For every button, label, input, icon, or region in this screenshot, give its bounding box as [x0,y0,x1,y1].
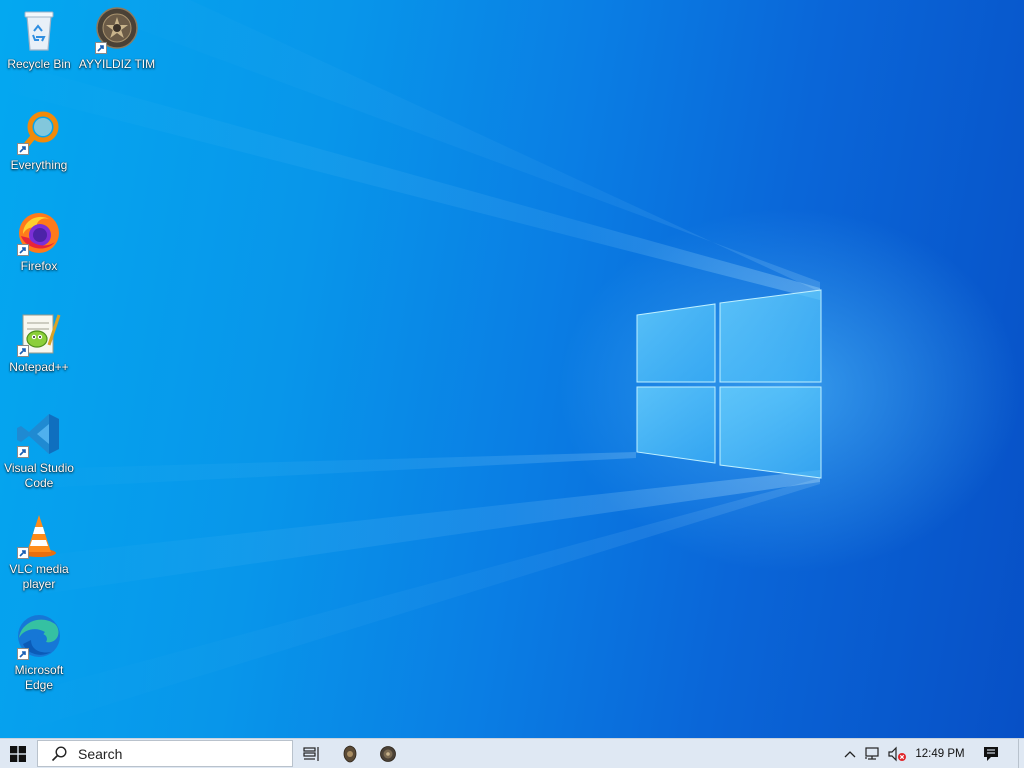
ayyildiz-emblem-icon [380,745,396,762]
desktop-icon-label: Visual Studio Code [4,461,74,490]
volume-button[interactable] [886,739,908,768]
taskbar: Search 12:49 PM [0,738,1024,768]
network-disconnected-icon [865,746,879,760]
desktop[interactable]: Recycle Bin AYYILDIZ TIM Everything Fire… [0,0,1024,738]
desktop-icon-vlc[interactable]: VLC media player [0,511,78,592]
taskbar-search-box[interactable]: Search [37,740,293,767]
taskbar-clock[interactable]: 12:49 PM [911,739,969,768]
search-placeholder: Search [78,745,123,762]
search-icon [51,745,67,761]
desktop-icon-label: Recycle Bin [7,57,71,71]
shortcut-arrow-icon [17,547,29,559]
shortcut-arrow-icon [17,648,29,660]
shortcut-arrow-icon [17,143,29,155]
desktop-icon-label: Notepad++ [9,360,69,374]
show-hidden-icons-button[interactable] [840,739,860,768]
desktop-icon-edge[interactable]: Microsoft Edge [0,612,78,693]
desktop-icon-recycle-bin[interactable]: Recycle Bin [0,6,78,72]
desktop-icon-label: Everything [10,158,68,172]
network-status-button[interactable] [862,739,884,768]
desktop-icon-vscode[interactable]: Visual Studio Code [0,410,78,491]
task-view-icon [303,746,319,761]
desktop-icon-label: AYYILDIZ TIM [78,57,156,71]
show-desktop-button[interactable] [1018,739,1024,768]
windows-logo-icon [10,745,26,762]
desktop-icon-label: Firefox [20,259,58,273]
desktop-icon-firefox[interactable]: Firefox [0,208,78,274]
chevron-up-icon [844,750,856,757]
speaker-muted-icon [888,746,906,761]
desktop-icon-label: Microsoft Edge [14,663,64,692]
desktop-icon-label: VLC media player [9,562,69,591]
recycle-bin-icon [24,11,54,51]
shortcut-arrow-icon [17,345,29,357]
ayyildiz-emblem-icon [343,745,357,762]
shortcut-arrow-icon [95,42,107,54]
start-button[interactable] [0,739,36,768]
windows-wallpaper [0,0,822,738]
taskbar-app-ayyildiz-1[interactable] [338,739,362,768]
desktop-icon-notepad-plus-plus[interactable]: Notepad++ [0,309,78,375]
taskbar-app-ayyildiz-2[interactable] [376,739,400,768]
desktop-icon-everything[interactable]: Everything [0,107,78,173]
task-view-button[interactable] [300,739,324,768]
action-center-icon [984,746,998,761]
action-center-button[interactable] [978,739,1004,768]
desktop-icon-ayyildiz-tim[interactable]: AYYILDIZ TIM [78,6,156,72]
shortcut-arrow-icon [17,446,29,458]
shortcut-arrow-icon [17,244,29,256]
